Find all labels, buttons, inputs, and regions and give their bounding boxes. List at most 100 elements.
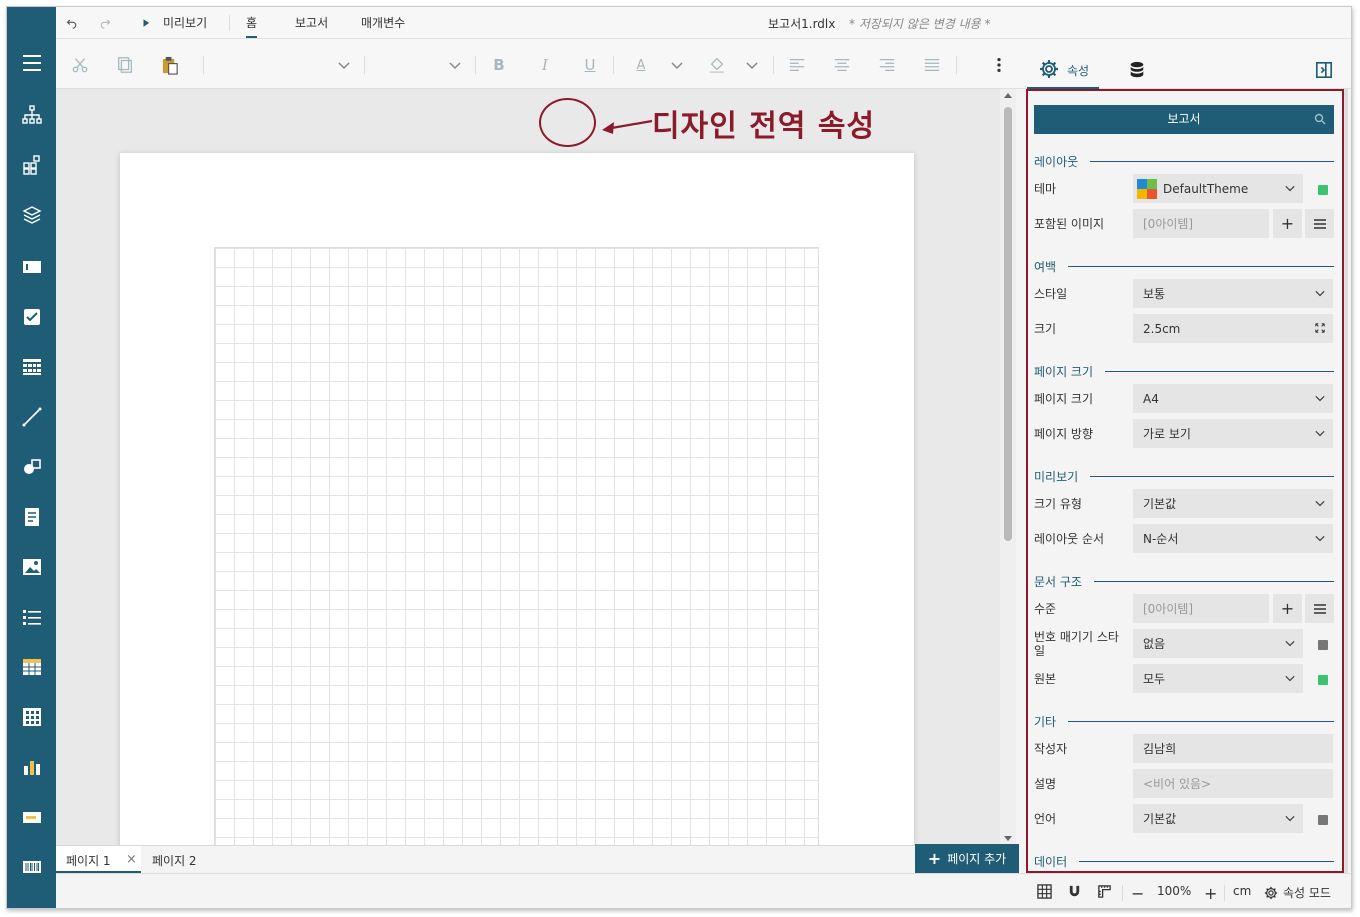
prop-label-margin-style: 스타일 xyxy=(1034,287,1068,301)
paste-icon[interactable] xyxy=(159,54,181,76)
section-title: 페이지 크기 xyxy=(1034,365,1094,379)
section-doc-structure[interactable]: 문서 구조 xyxy=(1034,573,1334,590)
barcode-tool-icon[interactable] xyxy=(7,849,56,885)
zoom-level[interactable]: 100% xyxy=(1157,884,1191,898)
prop-label-page-size: 페이지 크기 xyxy=(1034,392,1094,406)
undo-icon[interactable] xyxy=(64,15,80,31)
section-preview[interactable]: 미리보기 xyxy=(1034,468,1334,485)
align-center-icon[interactable] xyxy=(831,54,853,76)
redo-icon[interactable] xyxy=(97,15,113,31)
checkbox-tool-icon[interactable] xyxy=(7,299,56,335)
margin-size-field[interactable]: 2.5cm xyxy=(1133,314,1333,343)
author-field[interactable]: 김남희 xyxy=(1133,734,1333,763)
canvas-vertical-scrollbar[interactable] xyxy=(1000,89,1016,845)
align-right-icon[interactable] xyxy=(876,54,898,76)
report-explorer-icon[interactable] xyxy=(7,97,56,133)
layers-icon[interactable] xyxy=(7,197,56,233)
more-options-icon[interactable] xyxy=(988,54,1010,76)
underline-button[interactable]: U xyxy=(579,54,601,76)
panel-title-bar[interactable]: 보고서 xyxy=(1034,105,1334,134)
body-grid[interactable] xyxy=(214,247,819,845)
properties-mode-button[interactable]: 속성 모드 xyxy=(1264,884,1331,901)
font-color-chevron-icon[interactable] xyxy=(666,54,688,76)
language-indicator[interactable] xyxy=(1318,815,1328,825)
snap-magnet-icon[interactable] xyxy=(1067,884,1082,899)
layout-order-select[interactable]: N-순서 xyxy=(1133,524,1333,553)
panel-scrollbar[interactable] xyxy=(1344,89,1348,873)
tablix-tool-icon[interactable] xyxy=(7,699,56,735)
language-select[interactable]: 기본값 xyxy=(1133,804,1303,833)
shape-tool-icon[interactable] xyxy=(7,449,56,485)
divider xyxy=(475,56,476,74)
level-field[interactable]: [0아이템] xyxy=(1133,594,1269,623)
table-tool-icon[interactable] xyxy=(7,649,56,685)
toggle-panel-icon[interactable] xyxy=(1313,59,1335,81)
page-tab-2[interactable]: 페이지 2 xyxy=(142,846,207,873)
components-icon[interactable] xyxy=(7,147,56,183)
scrollbar-thumb[interactable] xyxy=(1004,107,1012,541)
image-tool-icon[interactable] xyxy=(7,549,56,585)
section-margin[interactable]: 여백 xyxy=(1034,258,1334,275)
cut-icon[interactable] xyxy=(69,54,91,76)
scroll-down-icon[interactable] xyxy=(1004,836,1012,841)
textbox-tool-icon[interactable] xyxy=(7,249,56,285)
page-tab-1[interactable]: 페이지 1 × xyxy=(56,846,141,873)
image-list-button[interactable] xyxy=(1305,209,1334,238)
line-tool-icon[interactable] xyxy=(7,399,56,435)
align-left-icon[interactable] xyxy=(786,54,808,76)
theme-indicator[interactable] xyxy=(1318,185,1328,195)
font-color-button[interactable]: A xyxy=(630,54,652,76)
close-icon[interactable]: × xyxy=(126,852,137,867)
italic-button[interactable]: I xyxy=(534,54,556,76)
grid-toggle-icon[interactable] xyxy=(1037,884,1052,899)
tab-parameters[interactable]: 매개변수 xyxy=(361,14,405,31)
zoom-in-button[interactable]: + xyxy=(1204,884,1217,903)
level-list-button[interactable] xyxy=(1305,594,1334,623)
database-icon[interactable] xyxy=(1126,59,1148,81)
bold-button[interactable]: B xyxy=(488,54,510,76)
search-icon[interactable] xyxy=(1314,113,1326,125)
hamburger-menu-icon[interactable] xyxy=(7,45,56,81)
section-layout[interactable]: 레이아웃 xyxy=(1034,153,1334,170)
rich-text-tool-icon[interactable] xyxy=(7,499,56,535)
scroll-up-icon[interactable] xyxy=(1004,93,1012,98)
copy-icon[interactable] xyxy=(114,54,136,76)
add-level-button[interactable]: + xyxy=(1273,594,1302,623)
embedded-images-field[interactable]: [0아이템] xyxy=(1133,209,1269,238)
fill-color-chevron-icon[interactable] xyxy=(741,54,763,76)
sparkline-tool-icon[interactable] xyxy=(7,799,56,835)
margin-style-select[interactable]: 보통 xyxy=(1133,279,1333,308)
page-size-select[interactable]: A4 xyxy=(1133,384,1333,413)
add-image-button[interactable]: + xyxy=(1273,209,1302,238)
section-page-size[interactable]: 페이지 크기 xyxy=(1034,363,1334,380)
chart-tool-icon[interactable] xyxy=(7,749,56,785)
add-page-button[interactable]: + 페이지 추가 xyxy=(915,844,1019,873)
section-data[interactable]: 데이터 xyxy=(1034,853,1334,870)
numbering-style-indicator[interactable] xyxy=(1318,640,1328,650)
section-misc[interactable]: 기타 xyxy=(1034,713,1334,730)
source-indicator[interactable] xyxy=(1318,675,1328,685)
tab-report[interactable]: 보고서 xyxy=(295,14,328,31)
matrix-tool-icon[interactable] xyxy=(7,349,56,385)
description-field[interactable]: <비어 있음> xyxy=(1133,769,1333,798)
justify-icon[interactable] xyxy=(921,54,943,76)
page-orientation-select[interactable]: 가로 보기 xyxy=(1133,419,1333,448)
zoom-out-button[interactable]: − xyxy=(1131,884,1144,903)
font-family-chevron-icon[interactable] xyxy=(333,54,355,76)
design-canvas[interactable] xyxy=(56,89,1000,845)
expand-icon[interactable] xyxy=(1315,323,1325,333)
source-select[interactable]: 모두 xyxy=(1133,664,1303,693)
numbering-style-select[interactable]: 없음 xyxy=(1133,629,1303,658)
list-tool-icon[interactable] xyxy=(7,599,56,635)
ruler-icon[interactable] xyxy=(1097,884,1112,899)
play-icon[interactable] xyxy=(138,15,154,31)
preview-button[interactable]: 미리보기 xyxy=(163,14,207,31)
size-type-select[interactable]: 기본값 xyxy=(1133,489,1333,518)
report-page[interactable] xyxy=(120,153,914,845)
font-size-chevron-icon[interactable] xyxy=(444,54,466,76)
theme-select[interactable]: DefaultTheme xyxy=(1133,174,1303,203)
fill-color-icon[interactable] xyxy=(706,54,728,76)
tab-home[interactable]: 홈 xyxy=(246,14,258,38)
tab-properties[interactable]: 속성 xyxy=(1027,39,1099,89)
unit-selector[interactable]: cm xyxy=(1233,884,1251,898)
